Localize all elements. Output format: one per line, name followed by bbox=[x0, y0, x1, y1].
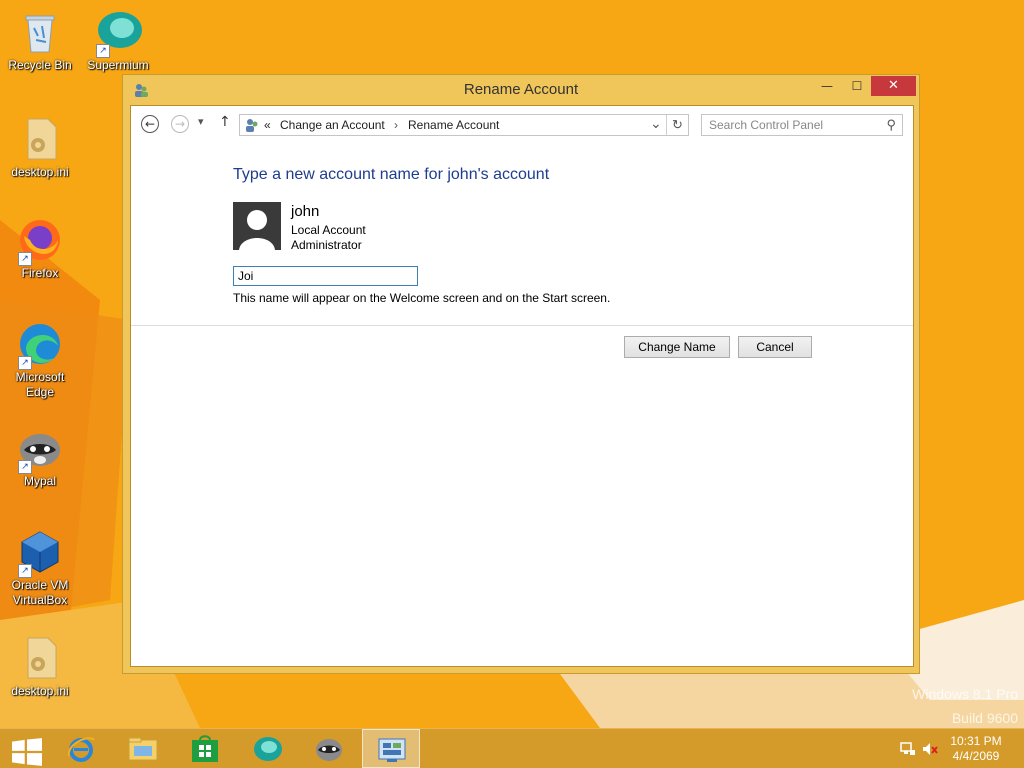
up-button[interactable]: ↑ bbox=[219, 114, 231, 130]
cancel-button[interactable]: Cancel bbox=[738, 336, 812, 358]
rename-account-window: Rename Account — ☐ ✕ ← → ▾ ↑ « Change an… bbox=[122, 74, 920, 674]
taskbar-store[interactable] bbox=[176, 729, 234, 768]
supermium-icon: ↗ bbox=[94, 8, 142, 58]
start-button[interactable] bbox=[0, 729, 50, 768]
address-divider bbox=[666, 115, 667, 135]
raccoon-icon bbox=[316, 739, 342, 761]
desktop-icon-virtualbox[interactable]: ↗ Oracle VM VirtualBox bbox=[0, 528, 80, 608]
recycle-bin-icon bbox=[16, 8, 64, 56]
taskbar-control-panel[interactable] bbox=[362, 729, 420, 768]
new-account-name-input[interactable] bbox=[233, 266, 418, 286]
desktop-icon-mypal[interactable]: ↗ Mypal bbox=[0, 424, 80, 489]
content-divider bbox=[131, 325, 913, 326]
breadcrumb-separator[interactable]: › bbox=[394, 115, 398, 135]
store-icon bbox=[192, 735, 218, 762]
breadcrumb-prefix[interactable]: « bbox=[264, 115, 271, 135]
windows-logo-icon bbox=[12, 738, 42, 766]
folder-icon bbox=[128, 737, 158, 761]
page-heading: Type a new account name for john's accou… bbox=[233, 166, 550, 183]
edge-icon: ↗ bbox=[16, 320, 64, 370]
name-hint: This name will appear on the Welcome scr… bbox=[233, 291, 611, 305]
desktop-icon-firefox[interactable]: ↗ Firefox bbox=[0, 216, 80, 281]
shortcut-arrow-icon: ↗ bbox=[96, 44, 110, 58]
taskbar-file-explorer[interactable] bbox=[114, 729, 172, 768]
taskbar-supermium[interactable] bbox=[238, 729, 296, 768]
window-client: ← → ▾ ↑ « Change an Account › Rename Acc… bbox=[130, 105, 914, 667]
change-name-button[interactable]: Change Name bbox=[624, 336, 730, 358]
virtualbox-icon: ↗ bbox=[16, 528, 64, 578]
network-icon[interactable] bbox=[900, 741, 916, 757]
breadcrumb-rename-account[interactable]: Rename Account bbox=[408, 115, 499, 135]
navigation-bar: ← → ▾ ↑ « Change an Account › Rename Acc… bbox=[131, 106, 913, 144]
desktop-icon-recycle-bin[interactable]: Recycle Bin bbox=[0, 8, 80, 73]
shortcut-arrow-icon: ↗ bbox=[18, 564, 32, 578]
search-icon[interactable]: ⚲ bbox=[886, 115, 896, 135]
desktop-icon-desktop-ini-2[interactable]: desktop.ini bbox=[0, 634, 80, 699]
control-panel-icon bbox=[378, 738, 406, 762]
desktop-icon-microsoft-edge[interactable]: ↗ Microsoft Edge bbox=[0, 320, 80, 400]
control-panel-icon bbox=[244, 117, 260, 133]
clock-time: 10:31 PM bbox=[950, 734, 1002, 748]
clock-date: 4/4/2069 bbox=[952, 749, 1000, 763]
breadcrumb-change-account[interactable]: Change an Account bbox=[280, 115, 385, 135]
desktop-icon-label: Microsoft Edge bbox=[15, 370, 65, 399]
address-bar[interactable]: « Change an Account › Rename Account ⌄ ↻ bbox=[239, 114, 689, 136]
forward-button[interactable]: → bbox=[171, 115, 189, 133]
internet-explorer-icon bbox=[67, 737, 95, 762]
window-title: Rename Account bbox=[463, 81, 579, 98]
settings-file-icon bbox=[16, 115, 64, 163]
account-role: Administrator bbox=[291, 238, 362, 252]
desktop-icon-label: Oracle VM VirtualBox bbox=[11, 578, 69, 607]
desktop-icon-label: Supermium bbox=[87, 58, 149, 72]
taskbar-clock[interactable]: 10:31 PM 4/4/2069 bbox=[946, 734, 1006, 764]
shortcut-arrow-icon: ↗ bbox=[18, 460, 32, 474]
desktop-icon-label: Firefox bbox=[21, 266, 59, 280]
settings-file-icon bbox=[16, 634, 64, 682]
windows-watermark: Windows 8.1 Pro bbox=[912, 686, 1018, 702]
desktop-icon-supermium[interactable]: ↗ Supermium bbox=[78, 8, 158, 73]
search-box[interactable]: Search Control Panel ⚲ bbox=[701, 114, 903, 136]
back-button[interactable]: ← bbox=[141, 115, 159, 133]
supermium-icon bbox=[254, 737, 282, 761]
desktop-icon-desktop-ini[interactable]: desktop.ini bbox=[0, 115, 80, 180]
minimize-button[interactable]: — bbox=[813, 76, 841, 96]
firefox-icon: ↗ bbox=[16, 216, 64, 266]
recent-pages-button[interactable]: ▾ bbox=[198, 115, 204, 128]
taskbar-mypal[interactable] bbox=[300, 729, 358, 768]
taskbar: 10:31 PM 4/4/2069 bbox=[0, 728, 1024, 768]
shortcut-arrow-icon: ↗ bbox=[18, 356, 32, 370]
desktop-icon-label: Recycle Bin bbox=[8, 58, 72, 72]
title-bar[interactable]: Rename Account — ☐ ✕ bbox=[123, 75, 919, 105]
volume-muted-icon[interactable] bbox=[922, 741, 938, 757]
taskbar-internet-explorer[interactable] bbox=[52, 729, 110, 768]
desktop-icon-label: desktop.ini bbox=[11, 165, 69, 179]
shortcut-arrow-icon: ↗ bbox=[18, 252, 32, 266]
desktop-icon-label: Mypal bbox=[23, 474, 56, 488]
desktop-icon-label: desktop.ini bbox=[11, 684, 69, 698]
build-watermark: Build 9600 bbox=[951, 710, 1018, 726]
account-type: Local Account bbox=[291, 223, 366, 237]
user-name: john bbox=[291, 203, 320, 220]
maximize-button[interactable]: ☐ bbox=[843, 76, 871, 96]
search-input[interactable]: Search Control Panel bbox=[709, 115, 823, 135]
raccoon-icon: ↗ bbox=[16, 424, 64, 474]
refresh-button[interactable]: ↻ bbox=[672, 115, 683, 135]
user-avatar-icon bbox=[233, 202, 281, 250]
address-dropdown-button[interactable]: ⌄ bbox=[650, 113, 662, 133]
close-button[interactable]: ✕ bbox=[871, 76, 916, 96]
